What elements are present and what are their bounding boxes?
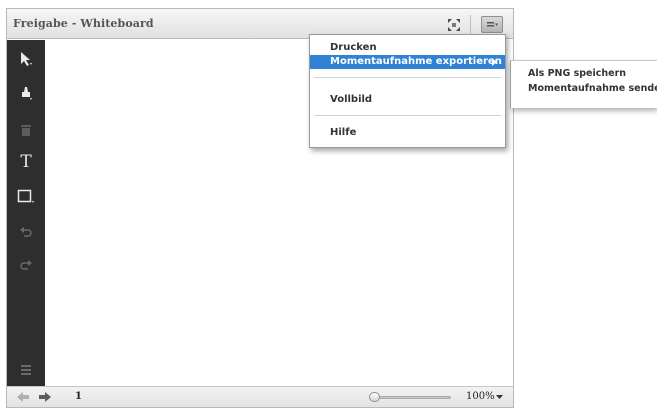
pod-options-button[interactable]: [481, 16, 503, 33]
trash-icon: [21, 125, 31, 136]
menu-item-export-snapshot[interactable]: Momentaufnahme exportieren: [310, 55, 505, 69]
menu-item-label: Drucken: [330, 42, 377, 53]
submenu-item-save-png[interactable]: Als PNG speichern: [511, 67, 657, 81]
submenu-item-label: Momentaufnahme senden: [528, 83, 657, 94]
text-icon: T: [20, 152, 32, 172]
pod-statusbar: 1 100%: [7, 386, 513, 407]
menu-icon: [487, 21, 498, 26]
pod-options-menu: Drucken Momentaufnahme exportieren Vollb…: [309, 34, 506, 148]
menu-item-fullscreen[interactable]: Vollbild: [310, 93, 505, 107]
chevron-down-icon[interactable]: [496, 395, 503, 400]
marker-tool-button[interactable]: [7, 80, 45, 106]
delete-tool-button[interactable]: [7, 117, 45, 143]
menu-item-label: Hilfe: [330, 127, 357, 138]
zoom-level[interactable]: 100%: [466, 391, 495, 402]
chevron-right-icon: [492, 58, 497, 66]
layers-icon: [21, 365, 31, 375]
marker-icon: [22, 87, 32, 100]
menu-separator: [314, 115, 501, 116]
rectangle-icon: [17, 189, 34, 203]
export-submenu: Als PNG speichern Momentaufnahme senden: [510, 60, 657, 108]
undo-tool-button[interactable]: [7, 220, 45, 246]
menu-item-label: Vollbild: [330, 94, 373, 105]
menu-separator: [314, 77, 501, 78]
selection-tool-button[interactable]: [7, 46, 45, 72]
menu-item-help[interactable]: Hilfe: [310, 126, 505, 140]
previous-page-icon[interactable]: [16, 391, 30, 403]
menu-item-print[interactable]: Drucken: [310, 41, 505, 55]
redo-icon: [20, 260, 32, 270]
whiteboard-toolbar: T: [7, 40, 45, 386]
zoom-slider-handle[interactable]: [369, 392, 380, 402]
menu-item-label: Momentaufnahme exportieren: [330, 56, 502, 67]
zoom-slider-track[interactable]: [371, 396, 451, 399]
titlebar-separator: [470, 15, 471, 34]
submenu-item-label: Als PNG speichern: [528, 68, 627, 79]
undo-icon: [20, 227, 32, 237]
arrow-pointer-icon: [21, 52, 32, 66]
text-tool-button[interactable]: T: [7, 149, 45, 175]
fullscreen-icon: [448, 18, 460, 31]
redo-tool-button[interactable]: [7, 253, 45, 279]
pod-title: Freigabe - Whiteboard: [13, 17, 154, 30]
fullscreen-button[interactable]: [444, 16, 464, 33]
shape-tool-button[interactable]: [7, 184, 45, 210]
next-page-icon[interactable]: [38, 391, 52, 403]
page-number: 1: [75, 391, 82, 402]
submenu-item-send-snapshot[interactable]: Momentaufnahme senden: [511, 82, 657, 96]
properties-tool-button[interactable]: [7, 357, 45, 383]
